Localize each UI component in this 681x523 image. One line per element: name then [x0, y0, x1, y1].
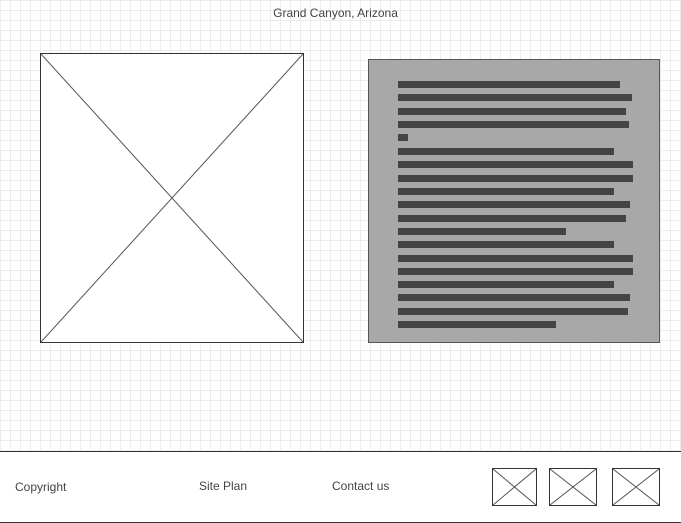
image-placeholder-icon	[493, 469, 536, 505]
text-line	[398, 308, 628, 315]
text-line	[398, 161, 633, 168]
copyright-link[interactable]: Copyright	[15, 480, 66, 494]
text-line	[398, 121, 629, 128]
text-line	[398, 148, 614, 155]
page-title: Grand Canyon, Arizona	[273, 6, 398, 20]
text-line	[398, 241, 614, 248]
text-line	[398, 281, 614, 288]
footer: Copyright Site Plan Contact us	[0, 451, 681, 523]
social-link-1[interactable]	[492, 468, 537, 506]
text-line	[398, 321, 556, 328]
social-link-3[interactable]	[612, 468, 660, 506]
text-placeholder-block	[368, 59, 660, 343]
image-placeholder-icon	[550, 469, 596, 505]
image-placeholder	[40, 53, 304, 343]
text-line	[398, 134, 408, 141]
text-line	[398, 201, 630, 208]
text-line	[398, 188, 614, 195]
text-line	[398, 108, 626, 115]
site-plan-link[interactable]: Site Plan	[199, 479, 247, 493]
text-line	[398, 228, 566, 235]
text-line	[398, 215, 626, 222]
social-link-2[interactable]	[549, 468, 597, 506]
text-line	[398, 81, 620, 88]
text-line	[398, 268, 633, 275]
text-line	[398, 255, 633, 262]
text-line	[398, 175, 633, 182]
text-line	[398, 294, 630, 301]
image-placeholder-icon	[613, 469, 659, 505]
text-line	[398, 94, 632, 101]
image-placeholder-icon	[41, 54, 303, 342]
contact-us-link[interactable]: Contact us	[332, 479, 389, 493]
